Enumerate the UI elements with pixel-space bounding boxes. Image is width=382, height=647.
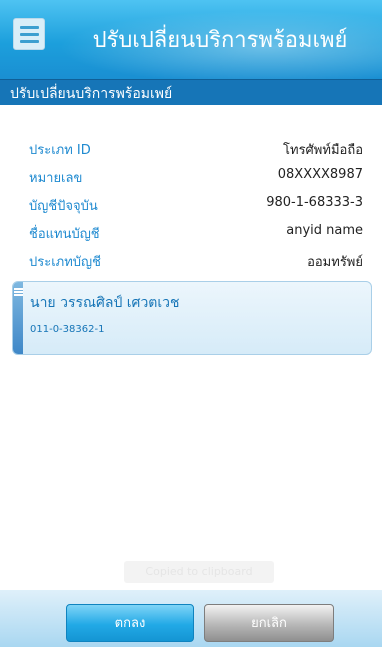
detail-value: โทรศัพท์มือถือ bbox=[283, 143, 363, 158]
app-title: ปรับเปลี่ยนบริการพร้อมเพย์ bbox=[92, 28, 348, 53]
detail-value: 08XXXX8987 bbox=[277, 167, 363, 182]
account-number: 011-0-38362-1 bbox=[30, 324, 105, 335]
account-holder-name: นาย วรรณศิลป์ เศวตเวช bbox=[30, 295, 180, 311]
detail-label: บัญชีปัจจุบัน bbox=[29, 199, 98, 214]
clipboard-toast: Copied to clipboard bbox=[124, 561, 274, 583]
ok-button[interactable]: ตกลง bbox=[66, 604, 194, 642]
detail-value: anyid name bbox=[286, 223, 363, 238]
cancel-button[interactable]: ยกเลิก bbox=[204, 604, 334, 642]
detail-value: 980-1-68333-3 bbox=[266, 195, 363, 210]
detail-row-id-type: ประเภท ID โทรศัพท์มือถือ bbox=[0, 139, 382, 161]
detail-label: ชื่อแทนบัญชี bbox=[29, 227, 100, 242]
detail-label: หมายเลข bbox=[29, 171, 83, 186]
detail-row-account-type: ประเภทบัญชี ออมทรัพย์ bbox=[0, 251, 382, 273]
detail-row-current-account: บัญชีปัจจุบัน 980-1-68333-3 bbox=[0, 195, 382, 217]
page-title: ปรับเปลี่ยนบริการพร้อมเพย์ bbox=[10, 86, 173, 102]
app-header: ปรับเปลี่ยนบริการพร้อมเพย์ bbox=[0, 0, 382, 79]
detail-row-account-alias: ชื่อแทนบัญชี anyid name bbox=[0, 223, 382, 245]
list-icon bbox=[14, 288, 23, 297]
menu-icon[interactable] bbox=[13, 18, 45, 50]
account-card[interactable]: นาย วรรณศิลป์ เศวตเวช 011-0-38362-1 bbox=[12, 281, 372, 355]
detail-value: ออมทรัพย์ bbox=[307, 255, 363, 270]
detail-row-number: หมายเลข 08XXXX8987 bbox=[0, 167, 382, 189]
card-side-bar bbox=[13, 282, 23, 354]
footer-bar: ตกลง ยกเลิก bbox=[0, 590, 382, 647]
page-subheader: ปรับเปลี่ยนบริการพร้อมเพย์ bbox=[0, 79, 382, 105]
detail-label: ประเภทบัญชี bbox=[29, 255, 101, 270]
detail-label: ประเภท ID bbox=[29, 143, 91, 158]
